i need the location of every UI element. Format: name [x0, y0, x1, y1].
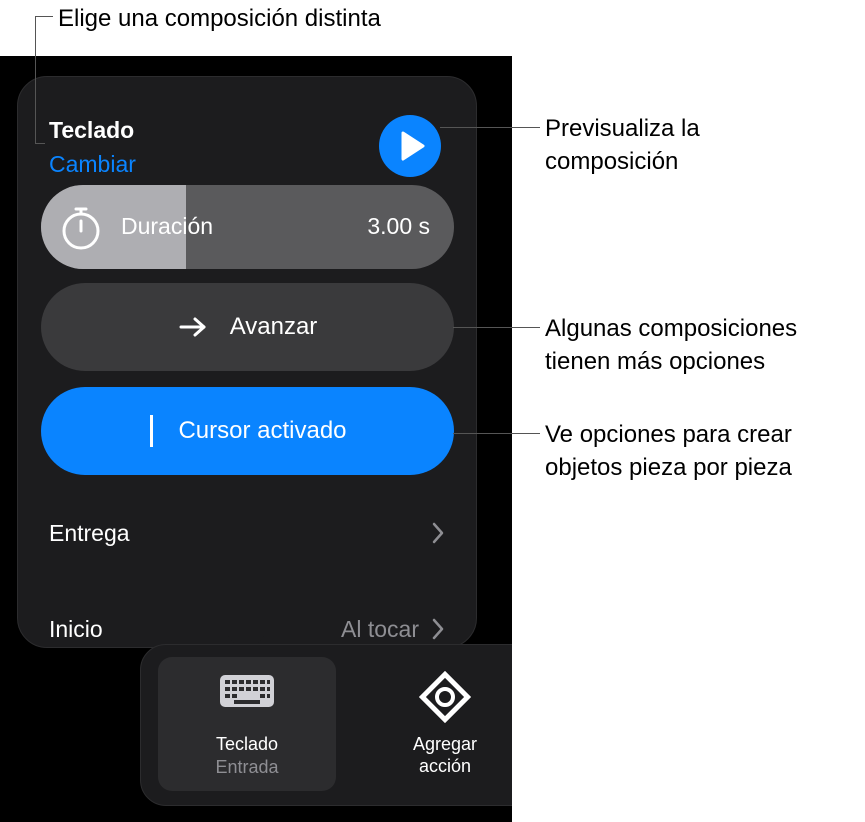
chevron-right-icon [432, 522, 444, 544]
duration-value: 3.00 s [367, 213, 430, 239]
arrow-right-icon [178, 315, 208, 339]
toolbar-item-keyboard[interactable]: Teclado Entrada [158, 657, 336, 791]
callout-build-line2: objetos pieza por pieza [545, 454, 792, 481]
duration-slider[interactable]: Duración 3.00 s [41, 185, 454, 269]
callout-build: Ve opciones para crear objetos pieza por… [545, 418, 792, 484]
toolbar-item-add-action-label: Agregar acción [356, 733, 512, 777]
callout-options-line2: tienen más opciones [545, 348, 766, 375]
callout-preview: Previsualiza la composición [545, 112, 700, 178]
toolbar-item-add-action-label-line2: acción [418, 756, 472, 776]
callout-change-composition: Elige una composición distinta [58, 2, 381, 35]
popover-title: Teclado [49, 117, 135, 143]
change-composition-link[interactable]: Cambiar [49, 151, 136, 178]
callout-preview-line2: composición [545, 148, 679, 175]
row-start-label: Inicio [49, 615, 103, 642]
callout-leader-options [453, 327, 540, 328]
callout-options-line1: Algunas composiciones [545, 315, 798, 342]
toolbar-item-keyboard-label: Teclado [215, 734, 279, 754]
keyboard-icon [158, 671, 336, 721]
callout-leader-build [453, 433, 540, 434]
callout-options: Algunas composiciones tienen más opcione… [545, 312, 797, 378]
preview-play-button[interactable] [379, 115, 441, 177]
callout-change-text: Elige una composición distinta [58, 5, 381, 32]
callout-leader-top-end [35, 143, 45, 144]
composition-popover: Teclado Cambiar Duración 3.00 s Avanzar … [17, 76, 477, 648]
callout-leader-top-vertical [35, 16, 36, 144]
callout-build-line1: Ve opciones para crear [545, 421, 792, 448]
toolbar-item-add-action-label-line1: Agregar [412, 734, 478, 754]
add-action-icon [356, 671, 512, 723]
text-cursor-icon [148, 415, 156, 447]
toolbar-item-keyboard-sub: Entrada [215, 757, 279, 777]
advance-button[interactable]: Avanzar [41, 283, 454, 371]
toolbar-item-add-action[interactable]: Agregar acción [356, 657, 512, 791]
stopwatch-icon [62, 207, 100, 250]
callout-leader-preview [440, 127, 540, 128]
cursor-toggle-button[interactable]: Cursor activado [41, 387, 454, 475]
row-delivery-label: Entrega [49, 519, 130, 546]
chevron-right-icon [432, 618, 444, 640]
row-delivery[interactable]: Entrega [49, 513, 445, 553]
duration-label: Duración [121, 213, 214, 239]
callout-leader-top-horizontal [35, 16, 53, 17]
cursor-label: Cursor activado [178, 417, 347, 444]
row-start-value: Al tocar [341, 615, 419, 642]
advance-label: Avanzar [229, 313, 318, 340]
play-icon [401, 131, 425, 161]
callout-preview-line1: Previsualiza la [545, 115, 700, 142]
device-screen: Teclado Cambiar Duración 3.00 s Avanzar … [0, 56, 512, 822]
composition-toolbar: Teclado Entrada Agregar acción [140, 644, 512, 806]
